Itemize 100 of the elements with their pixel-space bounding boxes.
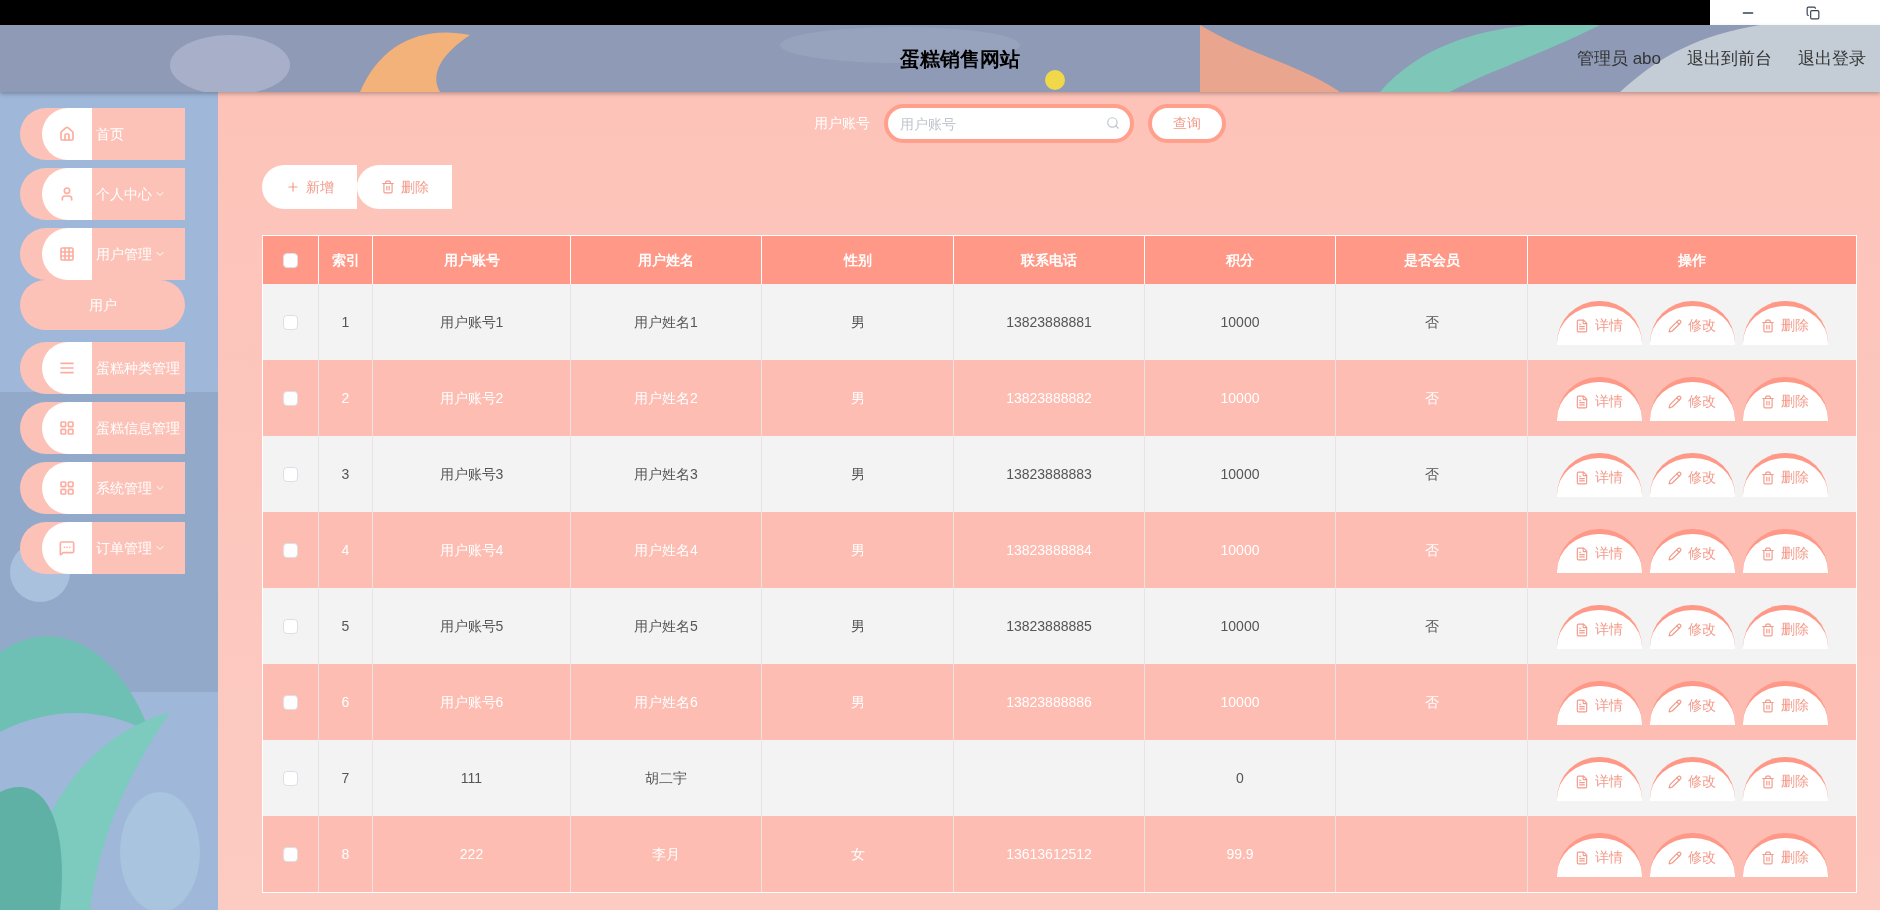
table-cell-text: 男	[850, 388, 865, 408]
row-action-button[interactable]: 删除	[1742, 453, 1828, 497]
search-field[interactable]: 用户账号	[883, 104, 1134, 143]
submenu-item[interactable]: 用户	[20, 280, 185, 330]
table-cell-text: 否	[1424, 692, 1439, 712]
table-cell-text: 男	[850, 312, 865, 332]
checkbox[interactable]	[283, 770, 298, 786]
row-action-button[interactable]: 详情	[1556, 833, 1642, 877]
table-cell-text: 13823888884	[1006, 540, 1092, 560]
table-cell-text: 99.9	[1226, 844, 1254, 864]
restore-icon[interactable]	[1806, 5, 1820, 20]
table-cell-text: 10000	[1220, 616, 1260, 636]
row-action-button[interactable]: 删除	[1742, 377, 1828, 421]
table-cell-text: 否	[1424, 464, 1439, 484]
grid-icon	[59, 246, 75, 262]
document-icon	[1575, 850, 1589, 865]
menu-item[interactable]: 订单管理	[20, 522, 185, 574]
row-action-button[interactable]: 删除	[1742, 301, 1828, 345]
row-action-button[interactable]: 详情	[1556, 529, 1642, 573]
menu-label: 蛋糕种类管理	[96, 358, 180, 378]
row-action-button[interactable]: 修改	[1649, 301, 1735, 345]
trash-icon	[1761, 470, 1775, 485]
checkbox[interactable]	[283, 252, 298, 268]
trash-icon	[1761, 774, 1775, 789]
document-icon	[1575, 318, 1589, 333]
checkbox[interactable]	[283, 694, 298, 710]
table-cell-text: 用户账号6	[439, 692, 504, 712]
pencil-icon	[1668, 318, 1682, 333]
row-action-button[interactable]: 删除	[1742, 757, 1828, 801]
table-cell-text: 0	[1236, 768, 1244, 788]
trash-icon	[1761, 622, 1775, 637]
row-action-button[interactable]: 详情	[1556, 453, 1642, 497]
pencil-icon	[1668, 394, 1682, 409]
table-cell-text: 13823888886	[1006, 692, 1092, 712]
menu-label: 蛋糕信息管理	[96, 418, 180, 438]
table-cell-text: 6	[341, 692, 350, 712]
table-cell-text: 用户账号4	[439, 540, 504, 560]
row-action-button[interactable]: 详情	[1556, 605, 1642, 649]
table-cell-text: 男	[850, 616, 865, 636]
column-header: 性别	[843, 250, 872, 270]
table-cell-text: 10000	[1220, 540, 1260, 560]
row-action-button[interactable]: 删除	[1742, 605, 1828, 649]
pencil-icon	[1668, 698, 1682, 713]
pencil-icon	[1668, 850, 1682, 865]
chat-icon	[59, 540, 75, 556]
search-label: 用户账号	[813, 114, 870, 133]
row-action-button[interactable]: 修改	[1649, 681, 1735, 725]
table-cell-text: 用户账号2	[439, 388, 504, 408]
checkbox[interactable]	[283, 390, 298, 406]
query-button[interactable]: 查询	[1147, 104, 1226, 143]
checkbox[interactable]	[283, 466, 298, 482]
table-cell-text: 用户姓名6	[634, 692, 698, 712]
user-icon	[59, 186, 75, 202]
menu-item[interactable]: 用户管理	[20, 228, 185, 280]
row-action-button[interactable]: 修改	[1649, 453, 1735, 497]
row-action-button[interactable]: 详情	[1556, 377, 1642, 421]
row-action-button[interactable]: 删除	[1742, 681, 1828, 725]
row-action-button[interactable]: 详情	[1556, 301, 1642, 345]
pencil-icon	[1668, 546, 1682, 561]
toolbar-button[interactable]: 新增	[262, 165, 357, 209]
table-cell-text: 10000	[1220, 464, 1260, 484]
menu-item[interactable]: 蛋糕种类管理	[20, 342, 185, 394]
table-cell-text: 用户姓名5	[634, 616, 698, 636]
menu-item[interactable]: 个人中心	[20, 168, 185, 220]
row-action-button[interactable]: 修改	[1649, 529, 1735, 573]
table-cell-text: 胡二宇	[645, 768, 687, 788]
table-cell-text: 用户姓名3	[634, 464, 698, 484]
row-action-button[interactable]: 修改	[1649, 377, 1735, 421]
toolbar-button[interactable]: 删除	[357, 165, 452, 209]
column-header: 用户账号	[443, 250, 500, 270]
table-cell-text: 13823888885	[1006, 616, 1092, 636]
checkbox[interactable]	[283, 618, 298, 634]
row-action-button[interactable]: 详情	[1556, 757, 1642, 801]
row-action-button[interactable]: 修改	[1649, 605, 1735, 649]
document-icon	[1575, 698, 1589, 713]
table-cell-text: 10000	[1220, 312, 1260, 332]
checkbox[interactable]	[283, 314, 298, 330]
checkbox[interactable]	[283, 542, 298, 558]
table-cell-text: 男	[850, 692, 865, 712]
table-cell-text: 4	[341, 540, 350, 560]
column-header: 联系电话	[1021, 250, 1077, 270]
row-action-button[interactable]: 删除	[1742, 529, 1828, 573]
table-cell-text: 10000	[1220, 388, 1260, 408]
row-action-button[interactable]: 详情	[1556, 681, 1642, 725]
checkbox[interactable]	[283, 846, 298, 862]
menu-item[interactable]: 蛋糕信息管理	[20, 402, 185, 454]
pencil-icon	[1668, 622, 1682, 637]
menu-label: 用户管理	[96, 244, 152, 264]
row-action-button[interactable]: 删除	[1742, 833, 1828, 877]
menu-item[interactable]: 系统管理	[20, 462, 185, 514]
column-header: 操作	[1678, 250, 1706, 270]
table-cell-text: 13823888882	[1006, 388, 1092, 408]
table-cell-text: 否	[1424, 540, 1439, 560]
row-action-button[interactable]: 修改	[1649, 757, 1735, 801]
trash-icon	[380, 180, 395, 194]
column-header: 用户姓名	[638, 250, 694, 270]
row-action-button[interactable]: 修改	[1649, 833, 1735, 877]
table-cell-text: 用户姓名1	[634, 312, 698, 332]
tiles-icon	[59, 480, 75, 496]
menu-item[interactable]: 首页	[20, 108, 185, 160]
